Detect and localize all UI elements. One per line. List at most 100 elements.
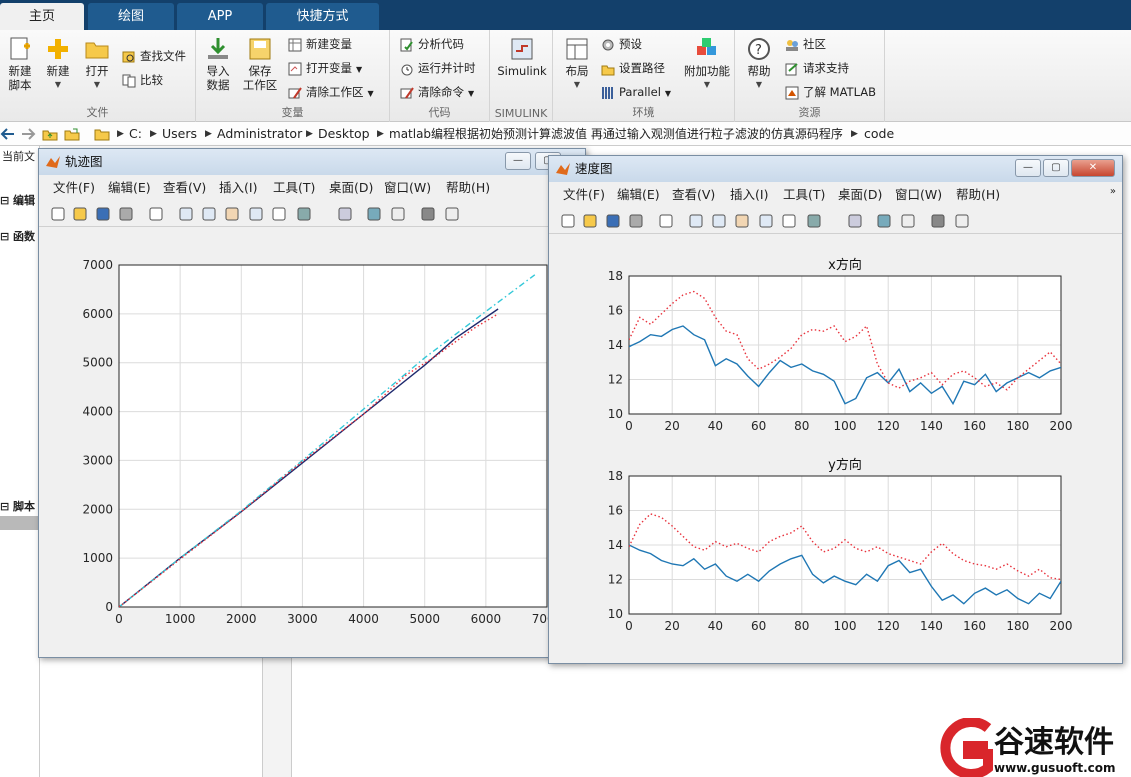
tab-apps[interactable]: APP — [177, 3, 263, 30]
data-cursor-icon[interactable] — [270, 205, 288, 223]
menu-item[interactable]: 帮助(H) — [446, 175, 490, 201]
forward-arrow-icon[interactable] — [20, 126, 36, 142]
parallel-button[interactable]: Parallel ▼ — [601, 82, 671, 102]
tab-home[interactable]: 主页 — [0, 3, 84, 30]
y-tick-label: 0 — [105, 600, 113, 614]
link-icon[interactable] — [846, 212, 864, 230]
save-workspace-button[interactable]: 保存 工作区 — [240, 36, 280, 92]
tab-plots[interactable]: 绘图 — [88, 3, 174, 30]
breadcrumb-item[interactable]: Administrator — [217, 122, 302, 146]
hide-tools-icon[interactable] — [929, 212, 947, 230]
save-icon[interactable] — [604, 212, 622, 230]
menu-item[interactable]: 工具(T) — [273, 175, 315, 201]
open-file-icon[interactable] — [581, 212, 599, 230]
minimize-button[interactable]: — — [505, 152, 531, 170]
menu-item[interactable]: 桌面(D) — [838, 182, 882, 208]
rotate-icon[interactable] — [757, 212, 775, 230]
preferences-button[interactable]: 预设 — [601, 34, 642, 54]
menu-item[interactable]: 工具(T) — [783, 182, 825, 208]
dock-icon[interactable] — [953, 212, 971, 230]
new-figure-icon[interactable] — [49, 205, 67, 223]
zoom-out-icon[interactable] — [200, 205, 218, 223]
request-support-button[interactable]: 请求支持 — [785, 58, 849, 78]
pointer-icon[interactable] — [657, 212, 675, 230]
colorbar-icon[interactable] — [875, 212, 893, 230]
figure-title-bar[interactable]: 轨迹图 — ▢ — [39, 149, 585, 175]
menubar-overflow-icon[interactable]: » — [1110, 186, 1116, 197]
link-icon[interactable] — [336, 205, 354, 223]
trajectory-plot[interactable]: 0 1000 2000 3000 4000 5000 6000 7000 0 1000 2000 30… — [39, 227, 585, 657]
simulink-button[interactable]: Simulink — [496, 36, 548, 78]
community-button[interactable]: 社区 — [785, 34, 826, 54]
menu-item[interactable]: 文件(F) — [53, 175, 95, 201]
new-script-button[interactable]: 新建 脚本 — [0, 36, 40, 92]
addons-button[interactable]: 附加功能 ▼ — [683, 36, 731, 92]
pointer-icon[interactable] — [147, 205, 165, 223]
y-velocity-plot[interactable]: 0 20 40 60 80 100 120 140 160 180 200 10 12 14 16 18 y方向 — [549, 434, 1122, 634]
print-icon[interactable] — [627, 212, 645, 230]
x-velocity-plot[interactable]: 0 20 40 60 80 100 120 140 160 180 200 10 12 14 16 18 x方向 — [549, 234, 1122, 434]
menu-item[interactable]: 插入(I) — [730, 182, 768, 208]
new-button[interactable]: 新建 ▼ — [38, 36, 78, 92]
new-figure-icon[interactable] — [559, 212, 577, 230]
rotate-icon[interactable] — [247, 205, 265, 223]
maximize-button[interactable]: ▢ — [1043, 159, 1069, 177]
print-icon[interactable] — [117, 205, 135, 223]
breadcrumb-item[interactable]: Users — [162, 122, 197, 146]
open-variable-button[interactable]: 打开变量 ▼ — [288, 58, 362, 78]
run-and-time-button[interactable]: 运行并计时 — [400, 58, 476, 78]
figure-title-bar[interactable]: 速度图 — ▢ ✕ — [549, 156, 1122, 182]
hide-tools-icon[interactable] — [419, 205, 437, 223]
menu-item[interactable]: 窗口(W) — [895, 182, 942, 208]
analyze-code-button[interactable]: 分析代码 — [400, 34, 464, 54]
menu-item[interactable]: 桌面(D) — [329, 175, 373, 201]
menu-item[interactable]: 查看(V) — [672, 182, 715, 208]
open-button[interactable]: 打开 ▼ — [77, 36, 117, 92]
set-path-button[interactable]: 设置路径 — [601, 58, 665, 78]
find-files-button[interactable]: 查找文件 — [122, 46, 186, 66]
zoom-in-icon[interactable] — [687, 212, 705, 230]
new-variable-button[interactable]: 新建变量 — [288, 34, 352, 54]
breadcrumb-item[interactable]: C: — [129, 122, 142, 146]
menu-item[interactable]: 编辑(E) — [617, 182, 660, 208]
pan-hand-icon[interactable] — [223, 205, 241, 223]
breadcrumb-item[interactable]: code — [864, 122, 894, 146]
import-data-button[interactable]: 导入 数据 — [198, 36, 238, 92]
brush-icon[interactable] — [295, 205, 313, 223]
editor-section[interactable]: ⊟ 编辑 — [0, 192, 35, 208]
pan-hand-icon[interactable] — [733, 212, 751, 230]
up-folder-icon[interactable] — [42, 126, 58, 142]
layout-button[interactable]: 布局 ▼ — [557, 36, 597, 92]
clear-workspace-button[interactable]: 清除工作区 ▼ — [288, 82, 374, 102]
clear-commands-button[interactable]: 清除命令 ▼ — [400, 82, 474, 102]
tab-shortcuts[interactable]: 快捷方式 — [266, 3, 379, 30]
zoom-out-icon[interactable] — [710, 212, 728, 230]
colorbar-icon[interactable] — [365, 205, 383, 223]
menu-item[interactable]: 编辑(E) — [108, 175, 151, 201]
help-button[interactable]: ? 帮助 ▼ — [739, 36, 779, 92]
menu-item[interactable]: 查看(V) — [163, 175, 206, 201]
scripts-section[interactable]: ⊟ 脚本 — [0, 498, 35, 514]
compare-button[interactable]: 比较 — [122, 70, 163, 90]
functions-section[interactable]: ⊟ 函数 — [0, 228, 35, 244]
learn-matlab-button[interactable]: 了解 MATLAB — [785, 82, 876, 102]
zoom-in-icon[interactable] — [177, 205, 195, 223]
data-cursor-icon[interactable] — [780, 212, 798, 230]
back-arrow-icon[interactable] — [0, 126, 16, 142]
menu-item[interactable]: 插入(I) — [219, 175, 257, 201]
menu-item[interactable]: 文件(F) — [563, 182, 605, 208]
breadcrumb-item[interactable]: matlab编程根据初始预测计算滤波值 再通过输入观测值进行粒子滤波的仿真源码程… — [389, 122, 843, 146]
legend-icon[interactable] — [899, 212, 917, 230]
close-button[interactable]: ✕ — [1071, 159, 1115, 177]
menu-item[interactable]: 窗口(W) — [384, 175, 431, 201]
open-file-icon[interactable] — [71, 205, 89, 223]
minimize-button[interactable]: — — [1015, 159, 1041, 177]
save-icon[interactable] — [94, 205, 112, 223]
breadcrumb-item[interactable]: Desktop — [318, 122, 370, 146]
dock-icon[interactable] — [443, 205, 461, 223]
legend-icon[interactable] — [389, 205, 407, 223]
selected-row[interactable] — [0, 516, 40, 530]
menu-item[interactable]: 帮助(H) — [956, 182, 1000, 208]
browse-folder-icon[interactable] — [64, 126, 80, 142]
brush-icon[interactable] — [805, 212, 823, 230]
